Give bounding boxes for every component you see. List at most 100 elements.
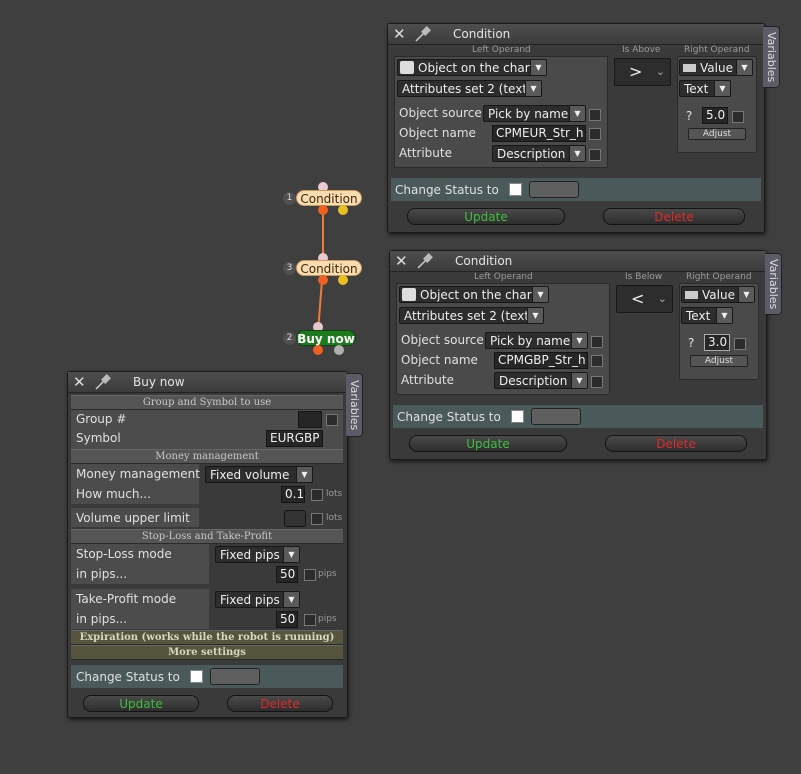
output-port-false[interactable] — [318, 275, 328, 285]
how-much-checkbox[interactable] — [311, 489, 323, 501]
take-profit-mode-dropdown[interactable]: Fixed pips ▼ — [215, 591, 300, 608]
condition-window-2: ✕ Condition Left Operand Is Below Right … — [389, 250, 767, 460]
sl-pips-label: in pips... — [76, 567, 128, 581]
attribute-dropdown[interactable]: Description ▼ — [494, 372, 588, 389]
group-label: Group # — [76, 412, 127, 426]
output-port-error[interactable] — [313, 345, 323, 355]
close-icon[interactable]: ✕ — [73, 374, 89, 390]
status-color-box[interactable] — [529, 181, 579, 198]
section-more-settings[interactable]: More settings — [71, 645, 343, 660]
chevron-down-icon: ▼ — [571, 373, 587, 388]
condition-1-titlebar[interactable]: ✕ Condition — [388, 24, 764, 45]
group-field[interactable] — [298, 411, 322, 428]
attributes-set-dropdown[interactable]: Attributes set 2 (text) ▼ — [397, 80, 542, 97]
sl-pips-checkbox[interactable] — [304, 569, 316, 581]
change-status-checkbox[interactable] — [190, 670, 203, 683]
delete-button[interactable]: Delete — [227, 695, 333, 712]
adjust-button[interactable]: Adjust — [690, 355, 748, 367]
right-value-checkbox[interactable] — [732, 111, 744, 123]
group-checkbox[interactable] — [326, 414, 338, 426]
symbol-field[interactable]: EURGBP — [266, 430, 323, 447]
sl-pips-field[interactable]: 50 — [276, 566, 298, 583]
condition-2-titlebar[interactable]: ✕ Condition — [390, 251, 766, 272]
tp-pips-field[interactable]: 50 — [276, 611, 298, 628]
object-name-checkbox[interactable] — [589, 128, 601, 140]
object-type-dropdown[interactable]: Object on the chart ▼ — [397, 59, 547, 76]
section-money-management[interactable]: Money management — [71, 449, 343, 464]
variables-tab[interactable]: Variables — [346, 373, 363, 437]
output-port-done[interactable] — [334, 345, 344, 355]
chevron-down-icon: ▼ — [714, 81, 730, 96]
lots-unit: lots — [326, 489, 343, 499]
tp-pips-checkbox[interactable] — [304, 614, 316, 626]
section-sl-tp[interactable]: Stop-Loss and Take-Profit — [71, 529, 343, 544]
right-value-field[interactable]: 3.0 — [704, 334, 730, 351]
right-value-field[interactable]: 5.0 — [702, 107, 728, 124]
object-source-dropdown[interactable]: Pick by name ▼ — [485, 332, 588, 349]
object-type-dropdown[interactable]: Object on the chart ▼ — [399, 286, 549, 303]
operator-dropdown[interactable]: < ⌄ — [616, 285, 673, 313]
attributes-set-dropdown[interactable]: Attributes set 2 (text) ▼ — [399, 307, 544, 324]
status-color-box[interactable] — [210, 668, 260, 685]
right-format-dropdown[interactable]: Text ▼ — [681, 307, 733, 324]
chevron-down-icon: ▼ — [530, 60, 546, 75]
left-operand-caption: Left Operand — [474, 272, 533, 282]
attribute-checkbox[interactable] — [589, 149, 601, 161]
delete-button[interactable]: Delete — [605, 435, 747, 452]
buy-now-titlebar[interactable]: ✕ Buy now — [68, 372, 347, 393]
node-number: 1 — [283, 192, 296, 205]
right-type-value: Value — [702, 288, 735, 302]
how-much-field[interactable]: 0.1 — [281, 486, 305, 503]
right-value-checkbox[interactable] — [734, 338, 746, 350]
update-button[interactable]: Update — [83, 695, 199, 712]
object-source-checkbox[interactable] — [591, 336, 603, 348]
right-type-dropdown[interactable]: Value ▼ — [679, 59, 753, 76]
adjust-button[interactable]: Adjust — [688, 128, 746, 140]
object-source-dropdown[interactable]: Pick by name ▼ — [483, 105, 586, 122]
output-port-true[interactable] — [338, 275, 348, 285]
object-name-field[interactable]: CPMGBP_Str_h — [494, 352, 588, 369]
flow-node-buy-now[interactable]: Buy now — [296, 330, 356, 346]
status-color-box[interactable] — [531, 408, 581, 425]
output-port-false[interactable] — [318, 205, 328, 215]
attribute-label: Attribute — [399, 146, 452, 160]
pin-icon[interactable] — [415, 252, 435, 270]
chevron-down-icon: ▼ — [283, 547, 299, 562]
output-port-true[interactable] — [338, 205, 348, 215]
how-much-label: How much... — [76, 487, 151, 501]
attribute-dropdown[interactable]: Description ▼ — [492, 145, 586, 162]
money-management-dropdown[interactable]: Fixed volume ▼ — [205, 466, 313, 483]
change-status-label: Change Status to — [76, 670, 180, 684]
variables-tab[interactable]: Variables — [765, 253, 782, 315]
right-type-dropdown[interactable]: Value ▼ — [681, 286, 755, 303]
update-button[interactable]: Update — [409, 435, 567, 452]
close-icon[interactable]: ✕ — [393, 26, 409, 42]
object-source-checkbox[interactable] — [589, 109, 601, 121]
right-format-dropdown[interactable]: Text ▼ — [679, 80, 731, 97]
object-name-checkbox[interactable] — [591, 355, 603, 367]
stop-loss-mode-dropdown[interactable]: Fixed pips ▼ — [215, 546, 300, 563]
section-group-symbol[interactable]: Group and Symbol to use — [71, 395, 343, 410]
variables-tab[interactable]: Variables — [763, 26, 780, 88]
operator-dropdown[interactable]: > ⌄ — [614, 58, 671, 86]
object-name-field[interactable]: CPMEUR_Str_h — [492, 125, 586, 142]
chevron-down-icon: ▼ — [532, 287, 548, 302]
volume-upper-field[interactable] — [284, 510, 306, 527]
update-button[interactable]: Update — [407, 208, 565, 225]
chevron-down-icon: ▼ — [736, 60, 752, 75]
flow-node-condition-3[interactable]: Condition — [296, 260, 362, 276]
operator-value: > — [629, 62, 643, 81]
section-expiration[interactable]: Expiration (works while the robot is run… — [71, 630, 343, 645]
volume-upper-checkbox[interactable] — [311, 513, 323, 525]
flow-node-condition-1[interactable]: Condition — [296, 190, 362, 206]
delete-button[interactable]: Delete — [603, 208, 745, 225]
take-profit-mode-label: Take-Profit mode — [76, 592, 177, 606]
close-icon[interactable]: ✕ — [395, 253, 411, 269]
pin-icon[interactable] — [413, 25, 433, 43]
attribute-label: Attribute — [401, 373, 454, 387]
change-status-checkbox[interactable] — [511, 410, 524, 423]
change-status-checkbox[interactable] — [509, 183, 522, 196]
attribute-checkbox[interactable] — [591, 376, 603, 388]
pin-icon[interactable] — [93, 373, 113, 391]
attribute-value: Description — [497, 147, 566, 161]
